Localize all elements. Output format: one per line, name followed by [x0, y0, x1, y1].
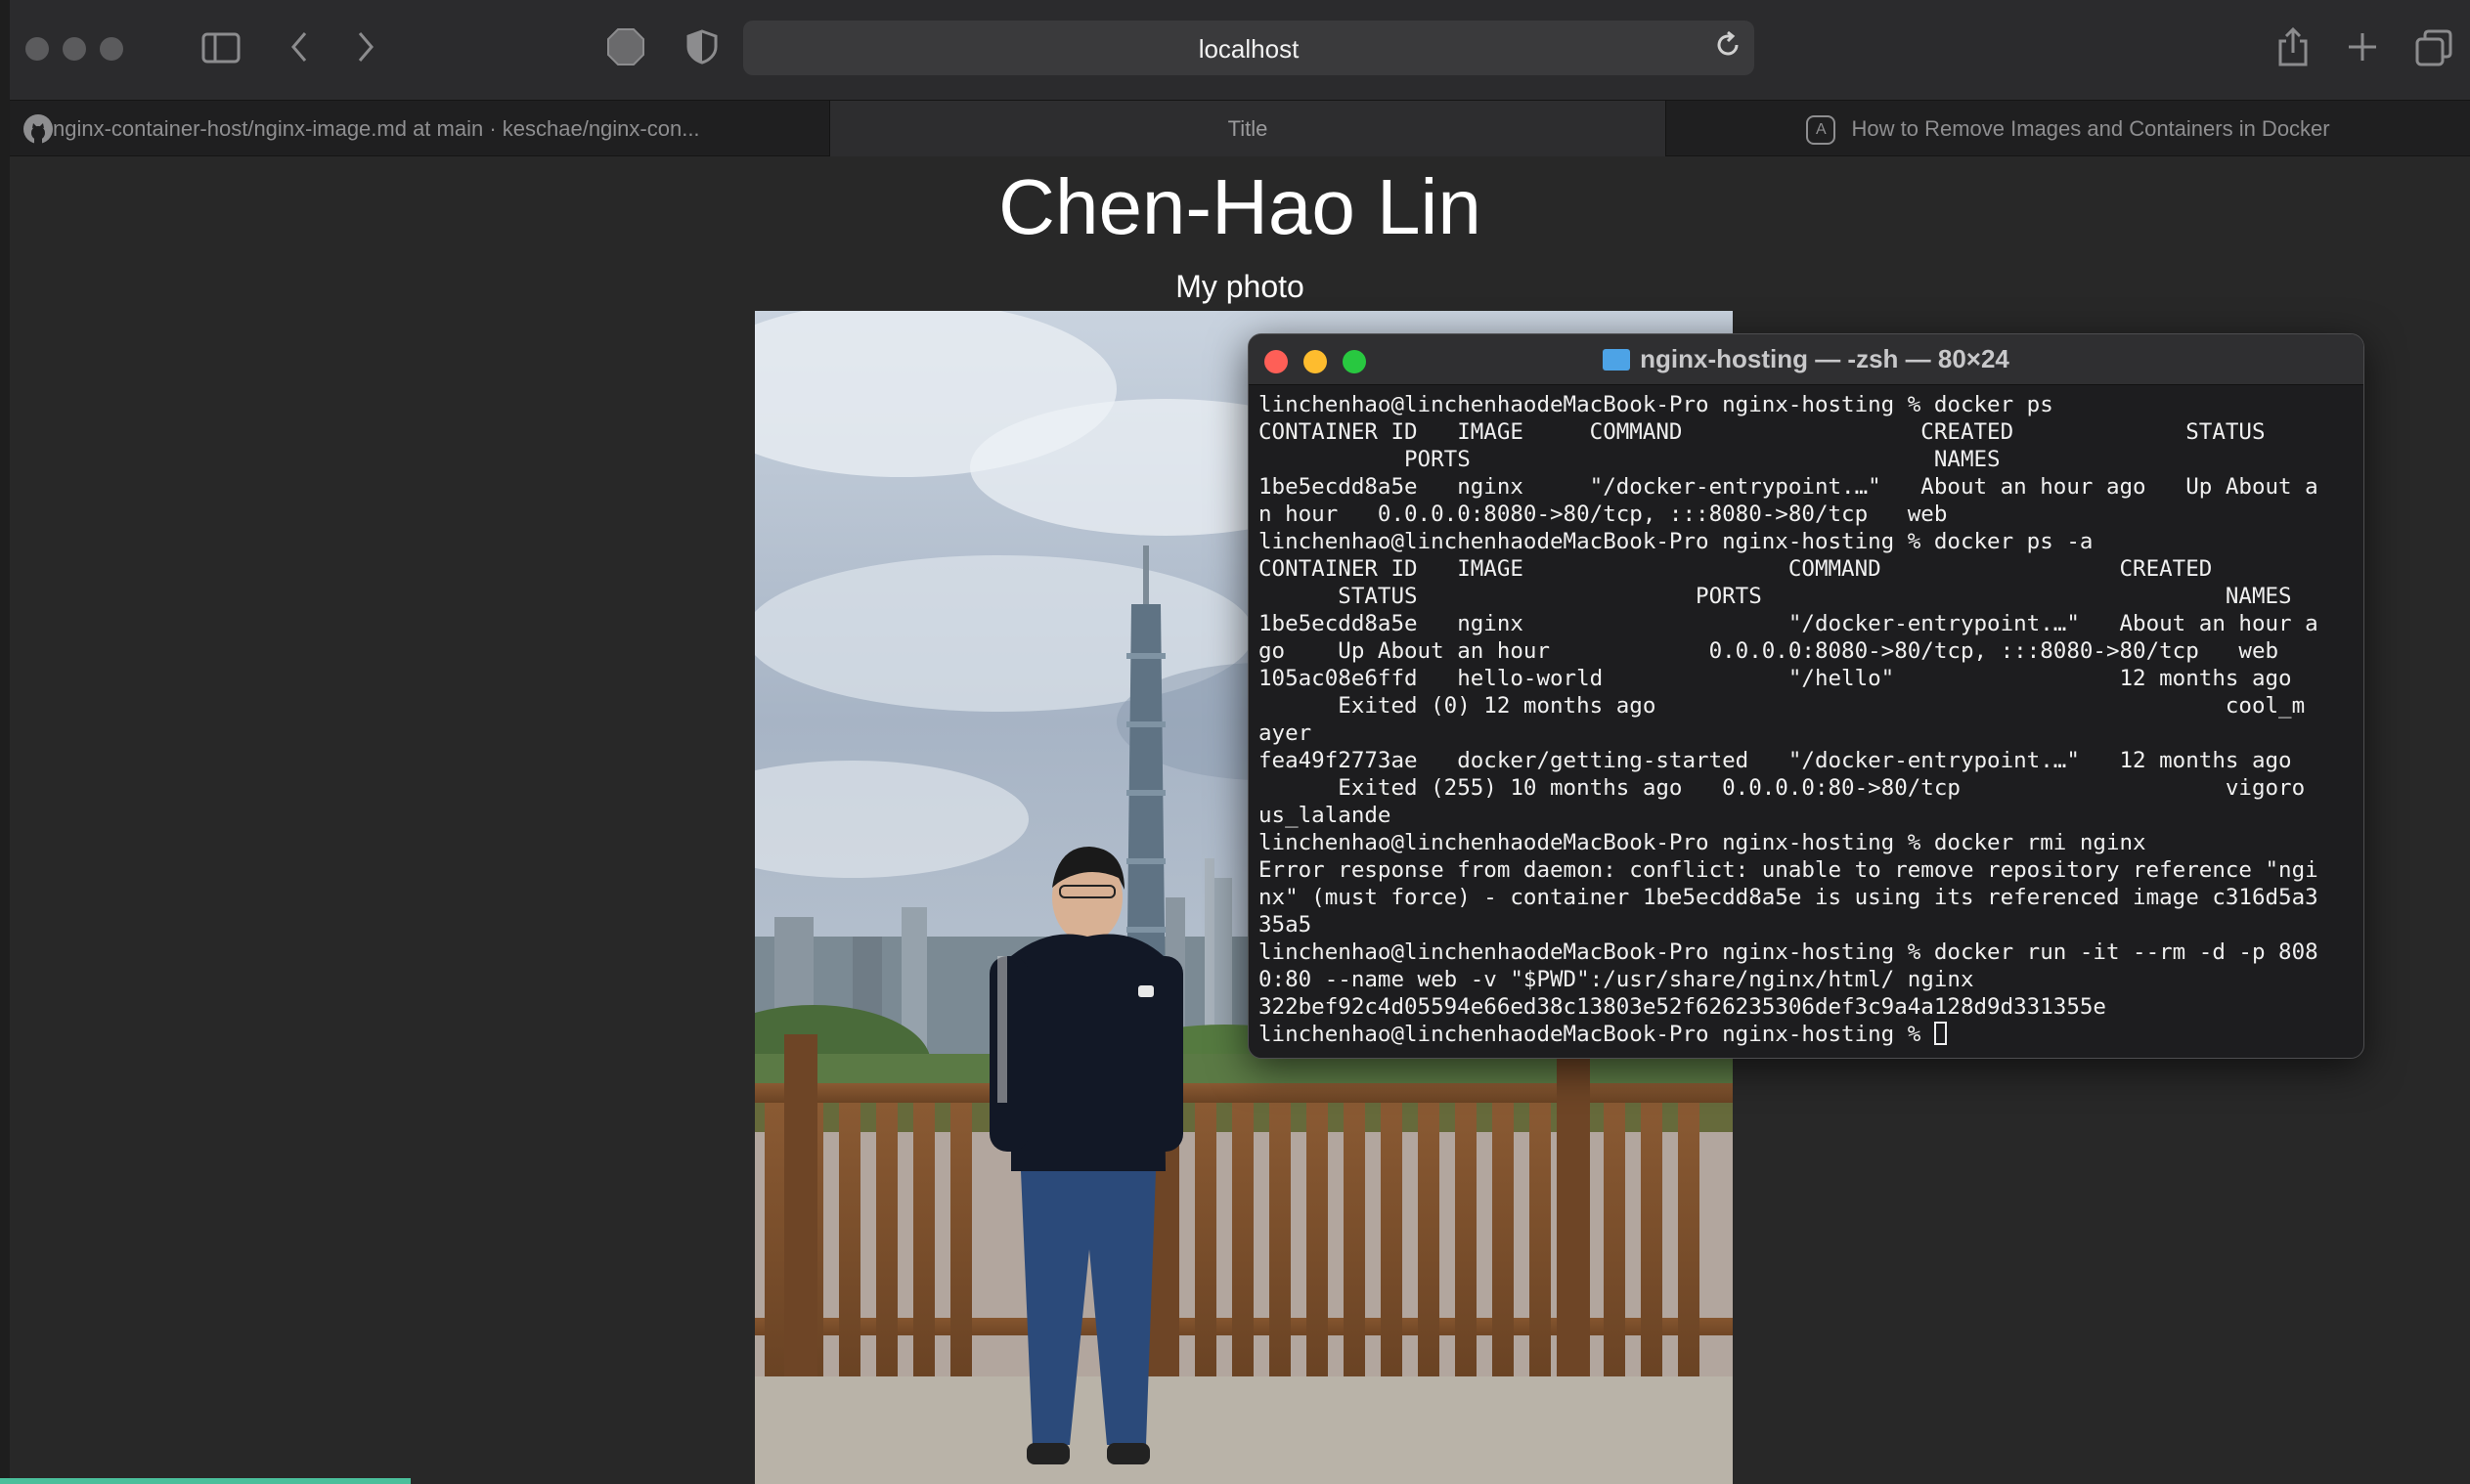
page-title: Chen-Hao Lin	[998, 163, 1481, 250]
tab-github[interactable]: nginx-container-host/nginx-image.md at m…	[10, 101, 829, 157]
terminal-line: 322bef92c4d05594e66ed38c13803e52f6262353…	[1258, 994, 2106, 1020]
address-bar[interactable]: localhost	[743, 21, 1754, 75]
page-subtitle: My photo	[1175, 269, 1304, 304]
terminal-line: nx" (must force) - container 1be5ecdd8a5…	[1258, 885, 2318, 910]
site-icon: A	[1806, 115, 1836, 146]
dock-edge	[0, 1478, 411, 1484]
github-icon	[23, 114, 53, 148]
terminal-line: PORTS NAMES	[1258, 447, 2001, 472]
share-icon[interactable]	[2276, 26, 2310, 72]
terminal-line: linchenhao@linchenhaodeMacBook-Pro nginx…	[1258, 392, 2053, 417]
window-zoom-button[interactable]	[100, 37, 123, 61]
terminal-line: n hour 0.0.0.0:8080->80/tcp, :::8080->80…	[1258, 502, 1948, 527]
tab-title[interactable]: Title	[830, 101, 1665, 157]
terminal-line: STATUS PORTS NAMES	[1258, 584, 2292, 609]
tab-label: How to Remove Images and Containers in D…	[1851, 116, 2330, 141]
tab-overview-icon[interactable]	[2415, 29, 2452, 72]
terminal-prompt: linchenhao@linchenhaodeMacBook-Pro nginx…	[1258, 1022, 1934, 1047]
new-tab-icon[interactable]	[2347, 31, 2378, 68]
reload-icon[interactable]	[1713, 30, 1742, 67]
tab-bar: nginx-container-host/nginx-image.md at m…	[10, 100, 2470, 157]
terminal-line: 1be5ecdd8a5e nginx "/docker-entrypoint.……	[1258, 474, 2318, 500]
terminal-line: go Up About an hour 0.0.0.0:8080->80/tcp…	[1258, 638, 2279, 664]
terminal-line: CONTAINER ID IMAGE COMMAND CREATED	[1258, 556, 2213, 582]
window-minimize-button[interactable]	[63, 37, 86, 61]
privacy-icon[interactable]	[606, 27, 645, 72]
terminal-line: ayer	[1258, 720, 1312, 746]
tab-label: Title	[1227, 116, 1268, 141]
terminal-line: Error response from daemon: conflict: un…	[1258, 857, 2318, 883]
terminal-line: linchenhao@linchenhaodeMacBook-Pro nginx…	[1258, 529, 2094, 554]
terminal-line: linchenhao@linchenhaodeMacBook-Pro nginx…	[1258, 939, 2318, 965]
folder-icon	[1603, 349, 1631, 371]
url-text: localhost	[1198, 34, 1300, 64]
terminal-prompt-line[interactable]: linchenhao@linchenhaodeMacBook-Pro nginx…	[1258, 1021, 2359, 1048]
terminal-output[interactable]: linchenhao@linchenhaodeMacBook-Pro nginx…	[1258, 391, 2359, 1048]
terminal-line: Exited (255) 10 months ago 0.0.0.0:80->8…	[1258, 775, 2306, 801]
terminal-line: us_lalande	[1258, 803, 1391, 828]
terminal-line: linchenhao@linchenhaodeMacBook-Pro nginx…	[1258, 830, 2146, 855]
tab-label: nginx-container-host/nginx-image.md at m…	[53, 116, 700, 141]
window-close-button[interactable]	[25, 37, 49, 61]
tab-docker-article[interactable]: A How to Remove Images and Containers in…	[1666, 101, 2470, 157]
browser-toolbar: localhost	[10, 0, 2470, 100]
terminal-line: fea49f2773ae docker/getting-started "/do…	[1258, 748, 2292, 773]
terminal-line: 105ac08e6ffd hello-world "/hello" 12 mon…	[1258, 666, 2292, 691]
terminal-titlebar[interactable]: nginx-hosting — -zsh — 80×24	[1249, 334, 2363, 385]
terminal-line: CONTAINER ID IMAGE COMMAND CREATED STATU…	[1258, 419, 2266, 445]
terminal-line: 1be5ecdd8a5e nginx "/docker-entrypoint.……	[1258, 611, 2318, 636]
terminal-title: nginx-hosting — -zsh — 80×24	[1640, 344, 2009, 373]
terminal-window[interactable]: nginx-hosting — -zsh — 80×24 linchenhao@…	[1248, 333, 2364, 1059]
terminal-line: 0:80 --name web -v "$PWD":/usr/share/ngi…	[1258, 967, 1974, 992]
terminal-cursor	[1933, 1022, 1947, 1045]
back-icon[interactable]	[287, 29, 311, 70]
shield-icon[interactable]	[686, 29, 718, 70]
terminal-line: Exited (0) 12 months ago cool_m	[1258, 693, 2306, 719]
sidebar-icon[interactable]	[201, 32, 241, 69]
terminal-line: 35a5	[1258, 912, 1312, 938]
forward-icon[interactable]	[354, 29, 377, 70]
